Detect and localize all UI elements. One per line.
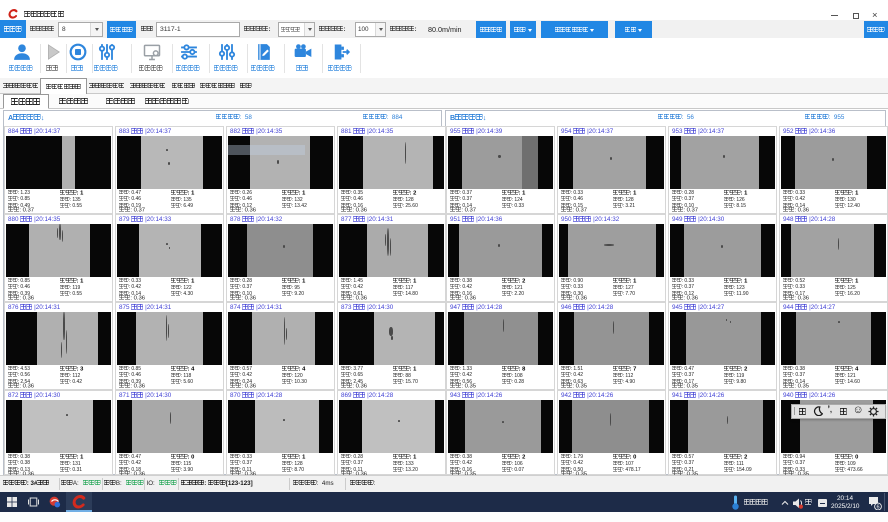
svg-text:6: 6: [876, 505, 879, 510]
